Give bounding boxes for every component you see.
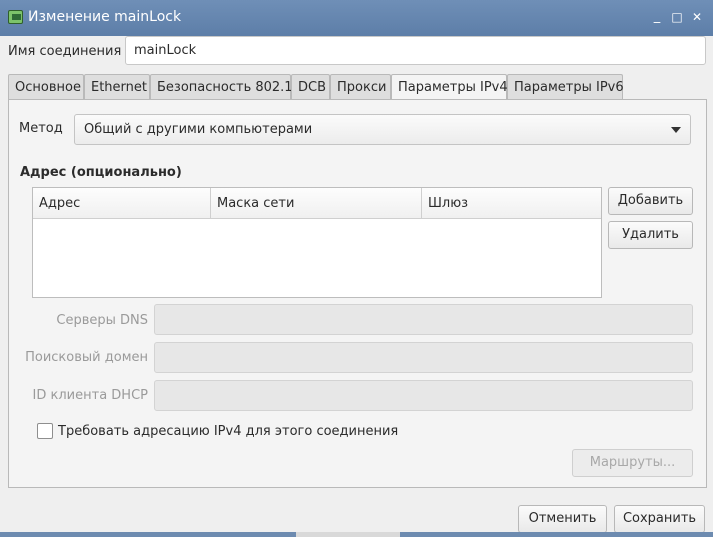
titlebar[interactable]: Изменение mainLock _ □ ✕ xyxy=(0,0,713,36)
add-address-button[interactable]: Добавить xyxy=(608,187,693,215)
cancel-button[interactable]: Отменить xyxy=(518,505,607,533)
dns-servers-input[interactable] xyxy=(154,304,693,335)
method-label: Метод xyxy=(19,121,63,136)
network-connection-icon xyxy=(8,10,23,24)
remove-address-button[interactable]: Удалить xyxy=(608,221,693,249)
save-button[interactable]: Сохранить xyxy=(614,505,705,533)
tab-proxy[interactable]: Прокси xyxy=(330,74,391,100)
search-domain-input[interactable] xyxy=(154,342,693,373)
minimize-button[interactable]: _ xyxy=(648,8,666,26)
method-select[interactable]: Общий с другими компьютерами xyxy=(74,114,691,145)
dns-servers-label: Серверы DNS xyxy=(56,313,148,328)
method-value: Общий с другими компьютерами xyxy=(84,122,313,137)
dhcp-client-id-input[interactable] xyxy=(154,380,693,411)
edit-connection-window: Изменение mainLock _ □ ✕ Имя соединения … xyxy=(0,0,713,537)
tab-general[interactable]: Основное xyxy=(8,74,84,100)
column-header-gateway[interactable]: Шлюз xyxy=(422,188,601,219)
window-title: Изменение mainLock xyxy=(28,9,182,25)
taskbar-strip xyxy=(0,532,713,537)
maximize-button[interactable]: □ xyxy=(668,8,686,26)
column-header-address[interactable]: Адрес xyxy=(33,188,211,219)
routes-button[interactable]: Маршруты... xyxy=(572,449,693,477)
search-domain-label: Поисковый домен xyxy=(25,350,148,365)
addresses-section-title: Адрес (опционально) xyxy=(20,165,182,180)
addresses-table[interactable]: Адрес Маска сети Шлюз xyxy=(32,187,602,298)
require-ipv4-label[interactable]: Требовать адресацию IPv4 для этого соеди… xyxy=(58,424,398,439)
dhcp-client-id-label: ID клиента DHCP xyxy=(32,388,148,403)
tab-ipv6-settings[interactable]: Параметры IPv6 xyxy=(507,74,624,100)
connection-name-label: Имя соединения xyxy=(8,44,122,59)
require-ipv4-checkbox[interactable] xyxy=(37,423,53,439)
tab-security-8021x[interactable]: Безопасность 802.1x xyxy=(150,74,300,100)
addresses-table-header: Адрес Маска сети Шлюз xyxy=(33,188,601,219)
dropdown-arrow-icon xyxy=(671,127,681,133)
taskbar-segment xyxy=(296,532,400,537)
close-button[interactable]: ✕ xyxy=(688,8,706,26)
connection-name-input[interactable]: mainLock xyxy=(125,36,706,65)
tab-dcb[interactable]: DCB xyxy=(291,74,330,100)
tab-ethernet[interactable]: Ethernet xyxy=(84,74,150,100)
column-header-netmask[interactable]: Маска сети xyxy=(211,188,422,219)
tab-ipv4-settings[interactable]: Параметры IPv4 xyxy=(391,74,508,101)
